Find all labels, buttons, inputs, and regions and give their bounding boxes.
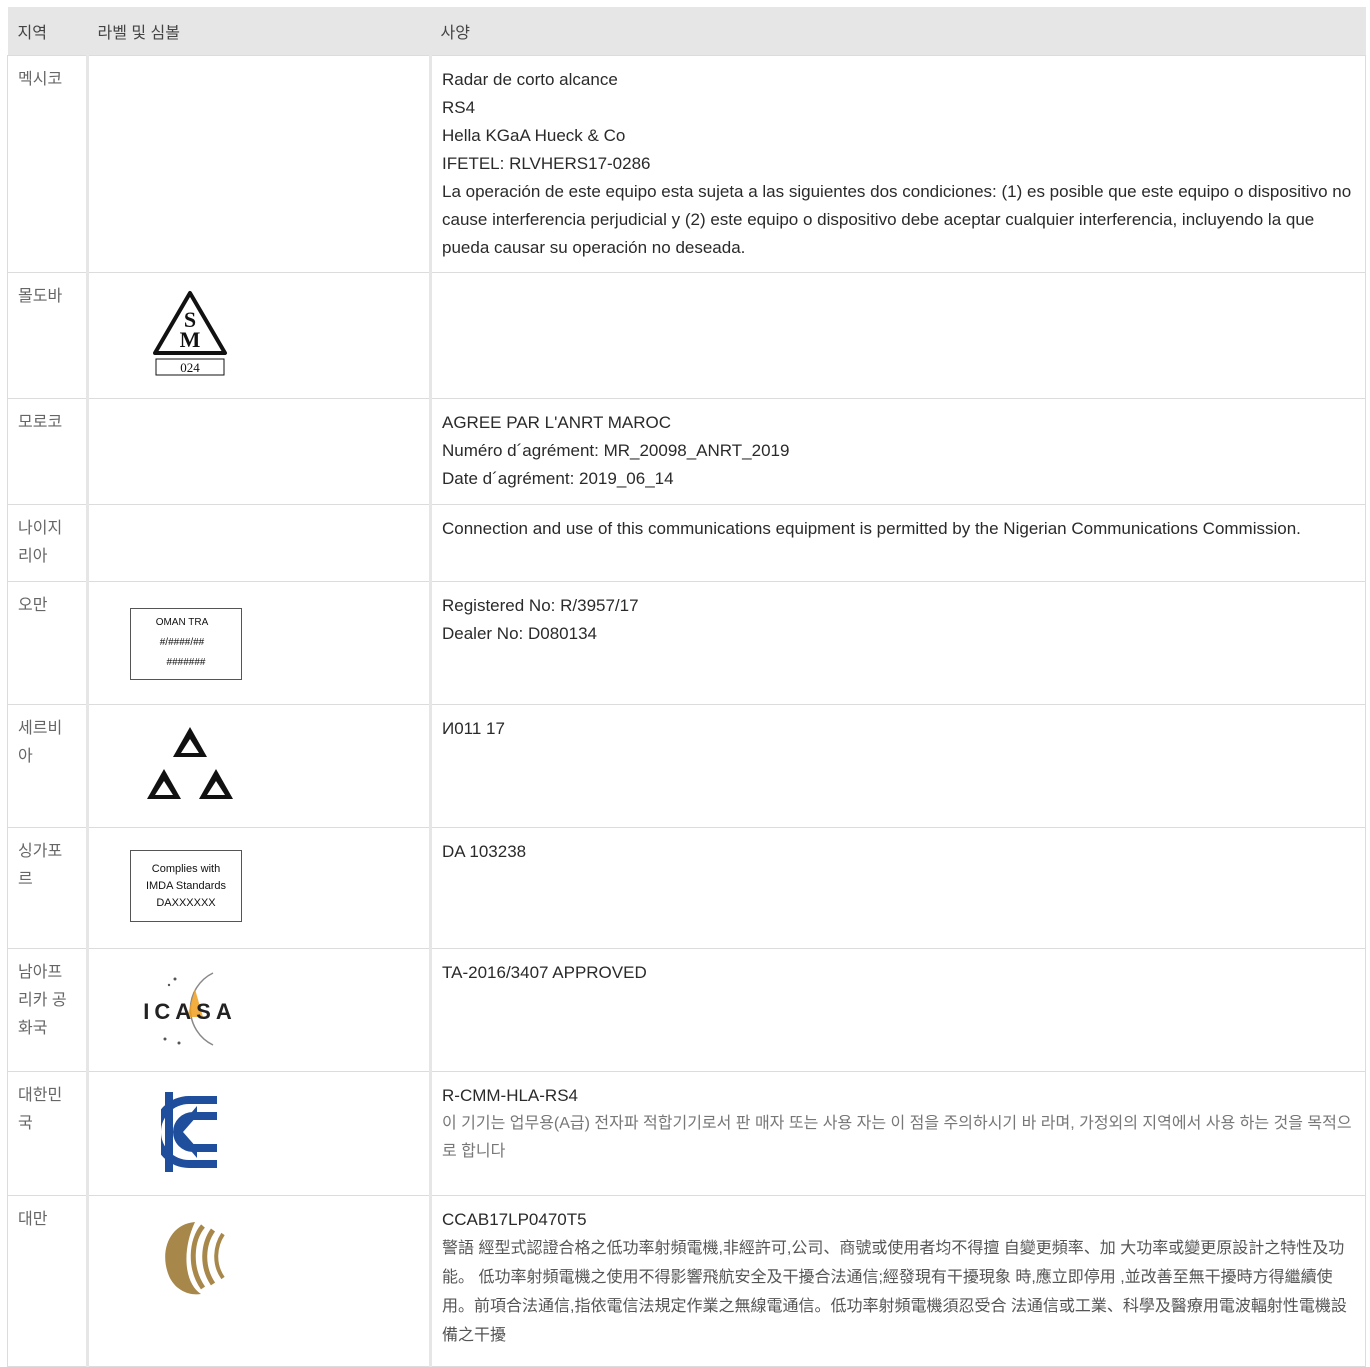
spec-cell: Radar de corto alcance RS4 Hella KGaA Hu… bbox=[430, 55, 1366, 273]
label-cell: ICASA bbox=[87, 948, 432, 1072]
region-cell: 모로코 bbox=[7, 398, 89, 505]
spec-line: TA-2016/3407 APPROVED bbox=[442, 963, 647, 982]
spec-line: И011 17 bbox=[442, 719, 505, 738]
spec-cell: TA-2016/3407 APPROVED bbox=[430, 948, 1366, 1072]
serbia-triangle-icon bbox=[145, 723, 419, 812]
imda-label: Complies with IMDA Standards DAXXXXXX bbox=[130, 850, 242, 922]
spec-line: AGREE PAR L'ANRT MAROC bbox=[442, 413, 672, 432]
imda-label-line: IMDA Standards bbox=[145, 880, 227, 892]
table-header: 지역 라벨 및 심볼 사양 bbox=[7, 7, 1366, 56]
region-cell: 나이지리아 bbox=[7, 504, 89, 582]
moldova-code: 024 bbox=[180, 360, 200, 375]
table-row: 몰도바 S M 024 bbox=[7, 272, 1366, 399]
spec-line: DA 103238 bbox=[442, 842, 527, 861]
label-cell: OMAN TRA #/####/## ####### bbox=[87, 581, 432, 705]
table-row: 나이지리아 Connection and use of this communi… bbox=[7, 504, 1366, 582]
spec-line: Numéro d´agrément: MR_20098_ANRT_2019 bbox=[442, 441, 790, 460]
kc-mark-icon bbox=[153, 1088, 419, 1185]
spec-cell: AGREE PAR L'ANRT MAROC Numéro d´agrément… bbox=[430, 398, 1366, 505]
region-cell: 남아프리카 공화국 bbox=[7, 948, 89, 1072]
spec-cell: R-CMM-HLA-RS4 이 기기는 업무용(A급) 전자파 적합기기로서 판… bbox=[430, 1071, 1366, 1196]
region-cell: 싱가포르 bbox=[7, 827, 89, 949]
label-cell bbox=[87, 504, 432, 582]
oman-label-line: #/####/## bbox=[159, 637, 205, 648]
spec-line: Registered No: R/3957/17 bbox=[442, 596, 639, 615]
moldova-sm-icon: S M 024 bbox=[151, 289, 229, 388]
certification-table: 지역 라벨 및 심볼 사양 멕시코 Radar de corto alcance… bbox=[7, 7, 1366, 1367]
spec-line: Hella KGaA Hueck & Co bbox=[442, 126, 626, 145]
oman-tra-label: OMAN TRA #/####/## ####### bbox=[130, 608, 242, 680]
spec-line: IFETEL: RLVHERS17-0286 bbox=[442, 154, 651, 173]
oman-label-line: OMAN TRA bbox=[155, 617, 209, 628]
icasa-text: ICASA bbox=[143, 999, 236, 1024]
imda-label-line: DAXXXXXX bbox=[156, 897, 216, 909]
label-cell: Complies with IMDA Standards DAXXXXXX bbox=[87, 827, 432, 949]
ncc-logo-icon bbox=[155, 1212, 419, 1309]
label-cell: S M 024 bbox=[87, 272, 432, 399]
spec-line: CCAB17LP0470T5 bbox=[442, 1210, 587, 1229]
table-row: 멕시코 Radar de corto alcance RS4 Hella KGa… bbox=[7, 55, 1366, 273]
region-cell: 대만 bbox=[7, 1195, 89, 1367]
table-row: 세르비아 И011 17 bbox=[7, 704, 1366, 828]
region-cell: 몰도바 bbox=[7, 272, 89, 399]
label-cell bbox=[87, 1195, 432, 1367]
label-cell bbox=[87, 398, 432, 505]
spec-line: RS4 bbox=[442, 98, 476, 117]
table-row: 오만 OMAN TRA #/####/## ####### Registered… bbox=[7, 581, 1366, 705]
header-region: 지역 bbox=[7, 7, 88, 56]
imda-label-line: Complies with bbox=[151, 863, 221, 875]
svg-text:M: M bbox=[180, 327, 201, 352]
spec-cell bbox=[430, 272, 1366, 399]
header-label: 라벨 및 심볼 bbox=[87, 7, 431, 56]
spec-cell: Registered No: R/3957/17 Dealer No: D080… bbox=[430, 581, 1366, 705]
table-row: 모로코 AGREE PAR L'ANRT MAROC Numéro d´agré… bbox=[7, 398, 1366, 505]
table-row: 싱가포르 Complies with IMDA Standards DAXXXX… bbox=[7, 827, 1366, 949]
icasa-logo: ICASA bbox=[135, 967, 419, 1060]
spec-line: La operación de este equipo esta sujeta … bbox=[442, 182, 1352, 257]
region-cell: 멕시코 bbox=[7, 55, 89, 273]
spec-cell: DA 103238 bbox=[430, 827, 1366, 949]
oman-label-line: ####### bbox=[166, 657, 206, 668]
spec-line: Radar de corto alcance bbox=[442, 70, 618, 89]
spec-cell: Connection and use of this communication… bbox=[430, 504, 1366, 582]
spec-note: 警語 經型式認證合格之低功率射頻電機,非經許可,公司、商號或使用者均不得擅 自變… bbox=[442, 1240, 1347, 1344]
spec-line: Dealer No: D080134 bbox=[442, 624, 597, 643]
spec-cell: CCAB17LP0470T5 警語 經型式認證合格之低功率射頻電機,非經許可,公… bbox=[430, 1195, 1366, 1367]
region-cell: 세르비아 bbox=[7, 704, 89, 828]
label-cell bbox=[87, 1071, 432, 1196]
header-spec: 사양 bbox=[430, 7, 1366, 56]
table-row: 대만 CCAB17LP0470T5 警語 經型式認證合格之低功率射頻電機,非經許… bbox=[7, 1195, 1366, 1367]
spec-line: R-CMM-HLA-RS4 bbox=[442, 1086, 578, 1105]
region-cell: 오만 bbox=[7, 581, 89, 705]
table-row: 남아프리카 공화국 ICASA TA-2016/3407 APPROVED bbox=[7, 948, 1366, 1072]
label-cell bbox=[87, 55, 432, 273]
label-cell bbox=[87, 704, 432, 828]
spec-note: 이 기기는 업무용(A급) 전자파 적합기기로서 판 매자 또는 사용 자는 이… bbox=[442, 1115, 1352, 1160]
spec-line: Date d´agrément: 2019_06_14 bbox=[442, 469, 674, 488]
spec-cell: И011 17 bbox=[430, 704, 1366, 828]
spec-line: Connection and use of this communication… bbox=[442, 519, 1301, 538]
table-row: 대한민국 R-CMM-HLA-RS4 이 기기는 업무용(A급) 전자파 적합기… bbox=[7, 1071, 1366, 1196]
region-cell: 대한민국 bbox=[7, 1071, 89, 1196]
